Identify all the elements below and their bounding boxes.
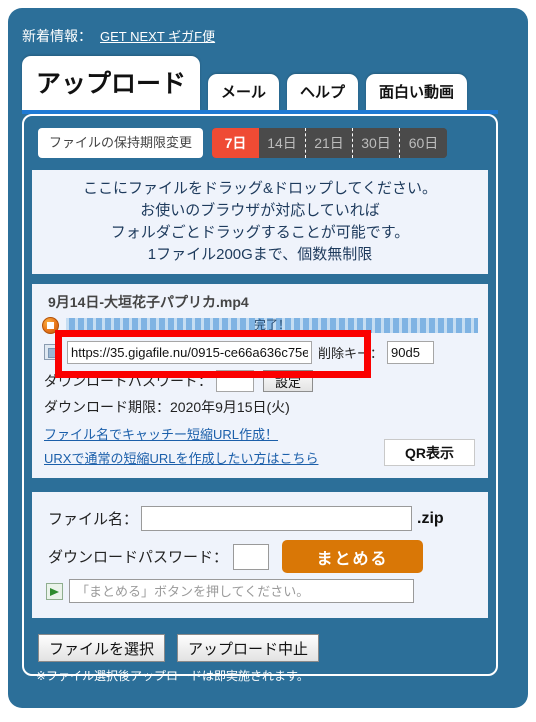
tab-funny-videos[interactable]: 面白い動画 xyxy=(366,74,468,110)
tab-upload[interactable]: アップロード xyxy=(22,56,201,110)
news-label: 新着情報： xyxy=(22,28,92,44)
url-input[interactable] xyxy=(67,340,312,364)
catchy-short-url-link[interactable]: ファイル名でキャッチー短縮URL作成！ xyxy=(44,424,278,443)
green-arrow-icon xyxy=(46,582,63,600)
tab-bar: アップロード メール ヘルプ 面白い動画 xyxy=(22,56,468,110)
dropzone-line-1: ここにファイルをドラッグ&ドロップしてください。 xyxy=(82,180,438,197)
download-password-input[interactable] xyxy=(216,370,254,392)
dropzone-line-2: お使いのブラウザが対応していれば xyxy=(140,202,380,219)
bundle-status-row xyxy=(46,579,414,603)
news-header: 新着情報： GET NEXT ギガF便 xyxy=(22,26,215,46)
urx-short-url-link[interactable]: URXで通常の短縮URLを作成したい方はこちら xyxy=(44,448,318,467)
upload-progress-row: 完了！ xyxy=(42,317,478,335)
copy-icon[interactable] xyxy=(44,344,60,360)
dropzone-line-3: フォルダごとドラッグすることが可能です。 xyxy=(110,224,410,241)
bundle-filename-input[interactable] xyxy=(141,506,413,531)
bundle-panel: ファイル名： .zip ダウンロードパスワード： まとめる xyxy=(32,492,488,618)
remove-circle-icon[interactable] xyxy=(42,317,59,334)
bundle-filename-row: ファイル名： .zip xyxy=(48,506,444,531)
retention-row: ファイルの保持期限変更 7日 14日 21日 30日 60日 xyxy=(38,128,448,158)
retention-change-button[interactable]: ファイルの保持期限変更 xyxy=(38,128,204,158)
retention-day-group: 7日 14日 21日 30日 60日 xyxy=(212,128,448,158)
retention-option-30[interactable]: 30日 xyxy=(353,128,401,158)
download-password-label: ダウンロードパスワード： xyxy=(44,373,212,389)
abort-upload-button[interactable]: アップロード中止 xyxy=(177,634,320,662)
bundle-filename-label: ファイル名： xyxy=(48,511,139,528)
page-root: 新着情報： GET NEXT ギガF便 アップロード メール ヘルプ 面白い動画 … xyxy=(0,0,536,722)
bundle-status-input[interactable] xyxy=(69,579,414,603)
footer-note: ※ファイル選択後アップロードは即実施されます。 xyxy=(36,669,309,683)
tab-mail[interactable]: メール xyxy=(208,74,280,110)
dropzone-line-4: 1ファイル200Gまで、個数無制限 xyxy=(147,246,373,263)
bundle-password-label: ダウンロードパスワード： xyxy=(48,549,229,566)
uploaded-file-panel: 9月14日-大垣花子パプリカ.mp4 完了！ 削除キー： ダウンロードパスワード… xyxy=(32,284,488,478)
download-password-row: ダウンロードパスワード： 設定 xyxy=(44,370,314,392)
retention-option-7[interactable]: 7日 xyxy=(212,128,260,158)
download-expiry-text: ダウンロード期限：2020年9月15日(火) xyxy=(44,399,290,415)
retention-option-60[interactable]: 60日 xyxy=(400,128,448,158)
tab-help[interactable]: ヘルプ xyxy=(287,74,359,110)
bundle-button[interactable]: まとめる xyxy=(282,540,424,573)
download-url-row: 削除キー： xyxy=(44,340,484,364)
footer-buttons: ファイルを選択 アップロード中止 xyxy=(38,634,320,662)
upload-progress-label: 完了！ xyxy=(253,318,290,332)
retention-option-21[interactable]: 21日 xyxy=(306,128,354,158)
qr-display-button[interactable]: QR表示 xyxy=(384,439,475,466)
set-password-button[interactable]: 設定 xyxy=(263,370,314,392)
news-link[interactable]: GET NEXT ギガF便 xyxy=(100,29,215,44)
delete-key-label: 削除キー： xyxy=(318,345,384,361)
select-file-button[interactable]: ファイルを選択 xyxy=(38,634,166,662)
zip-suffix-label: .zip xyxy=(417,509,444,527)
bundle-password-input[interactable] xyxy=(233,543,270,570)
file-dropzone[interactable]: ここにファイルをドラッグ&ドロップしてください。 お使いのブラウザが対応していれ… xyxy=(32,170,488,274)
delete-key-input[interactable] xyxy=(387,340,435,364)
retention-option-14[interactable]: 14日 xyxy=(259,128,307,158)
uploaded-file-name: 9月14日-大垣花子パプリカ.mp4 xyxy=(48,294,249,310)
bundle-password-row: ダウンロードパスワード： まとめる xyxy=(48,540,424,573)
